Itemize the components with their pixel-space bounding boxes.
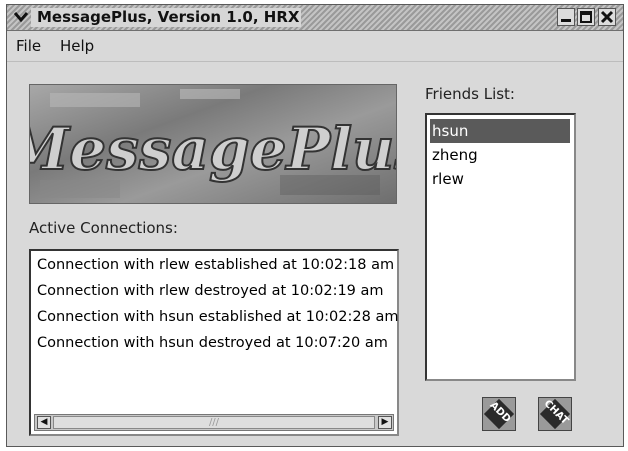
maximize-icon[interactable] <box>577 8 595 26</box>
minimize-icon[interactable] <box>557 8 575 26</box>
active-connections-label: Active Connections: <box>29 219 178 237</box>
messageplus-logo: MessagePlus <box>29 84 397 204</box>
list-item: Connection with hsun established at 10:0… <box>37 309 399 325</box>
menu-file[interactable]: File <box>16 37 41 55</box>
friends-list-label: Friends List: <box>425 85 515 103</box>
svg-text:MessagePlus: MessagePlus <box>30 115 397 183</box>
close-icon[interactable] <box>598 8 616 26</box>
window-title: MessagePlus, Version 1.0, HRX <box>37 8 300 26</box>
chat-button[interactable]: CHAT <box>538 397 572 431</box>
menu-help[interactable]: Help <box>60 37 94 55</box>
friends-list[interactable]: hsun zheng rlew <box>425 113 576 381</box>
list-item: Connection with hsun destroyed at 10:07:… <box>37 335 388 351</box>
add-button[interactable]: ADD <box>482 397 516 431</box>
horizontal-scrollbar[interactable]: ◀ /// ▶ <box>34 414 394 431</box>
scroll-left-icon[interactable]: ◀ <box>37 416 51 429</box>
list-item: Connection with rlew destroyed at 10:02:… <box>37 283 384 299</box>
scrollbar-thumb[interactable]: /// <box>53 416 375 429</box>
friend-item[interactable]: zheng <box>430 143 570 167</box>
list-item: Connection with rlew established at 10:0… <box>37 257 395 273</box>
friend-item[interactable]: hsun <box>430 119 570 143</box>
menu-bar: File Help <box>7 31 623 62</box>
scroll-right-icon[interactable]: ▶ <box>378 416 392 429</box>
app-window: MessagePlus, Version 1.0, HRX File Help … <box>6 4 624 447</box>
title-bar[interactable]: MessagePlus, Version 1.0, HRX <box>7 5 623 31</box>
connections-list[interactable]: Connection with rlew established at 10:0… <box>29 249 399 436</box>
window-menu-icon[interactable] <box>13 9 29 25</box>
friend-item[interactable]: rlew <box>430 167 570 191</box>
